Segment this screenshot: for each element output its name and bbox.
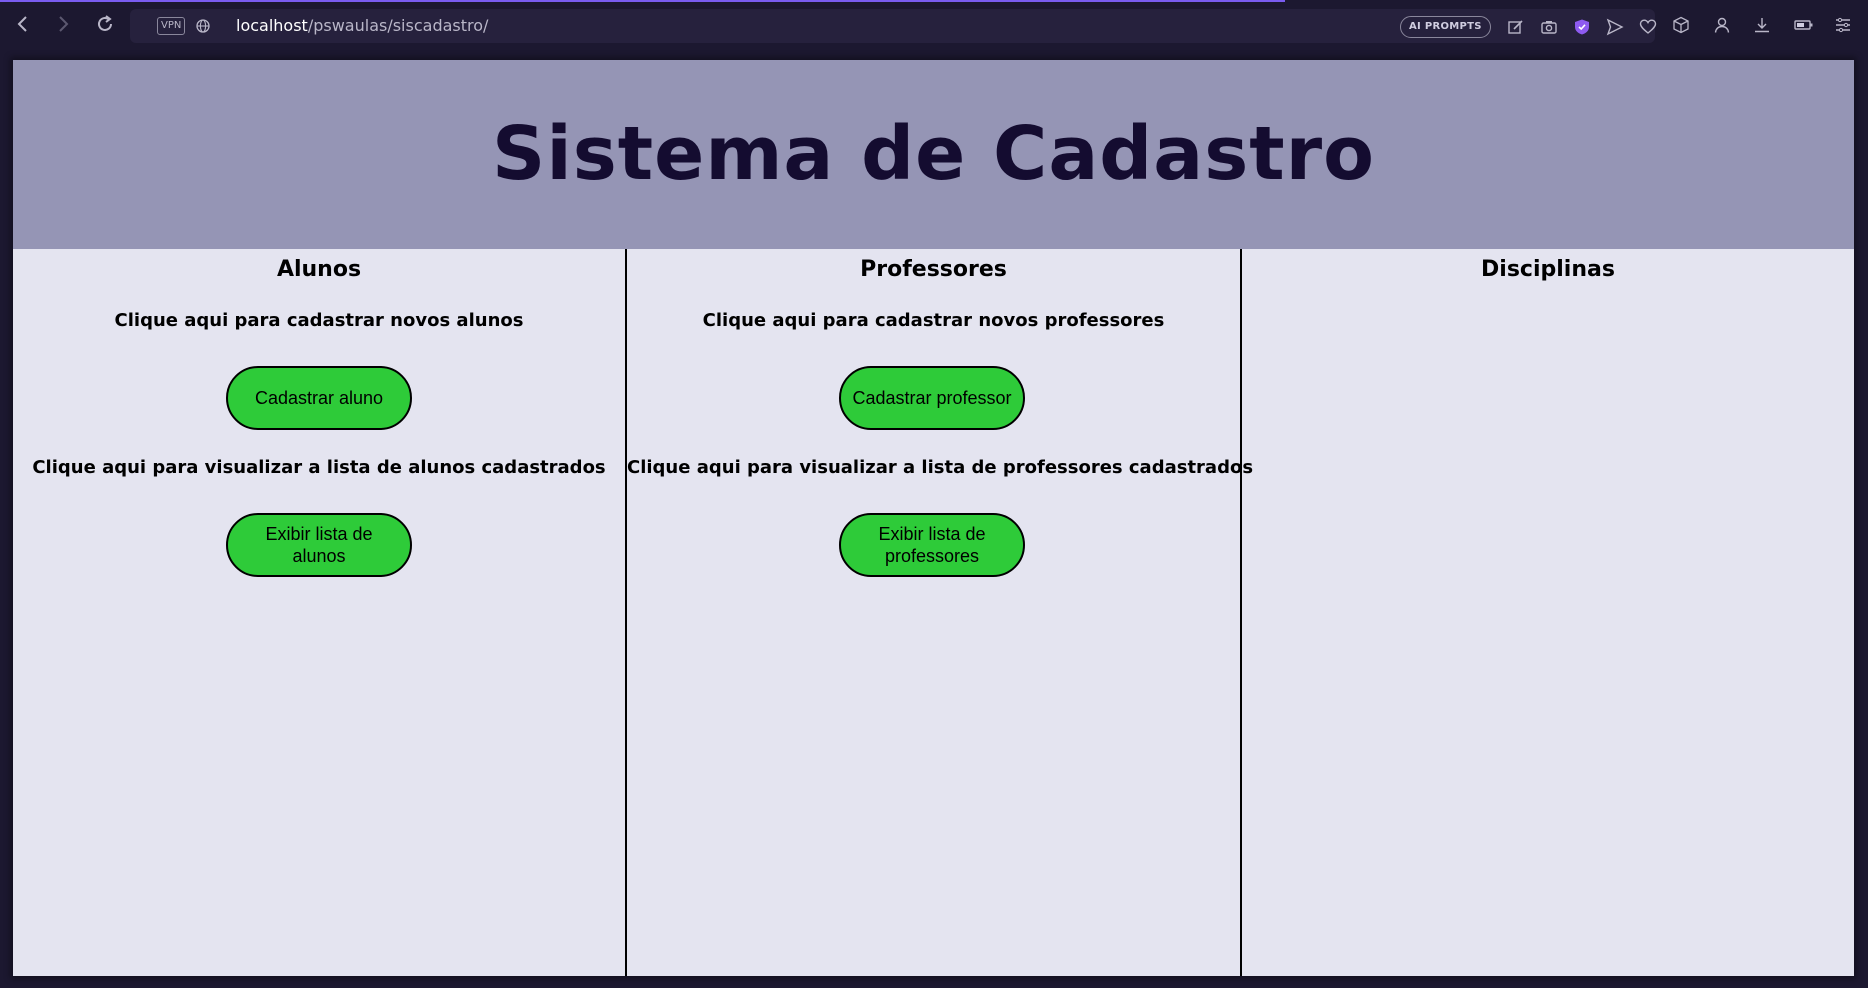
profile-icon[interactable]	[1713, 16, 1731, 34]
battery-icon[interactable]	[1794, 16, 1813, 34]
cube-icon[interactable]	[1672, 16, 1690, 34]
register-instruction: Clique aqui para cadastrar novos alunos	[114, 310, 524, 331]
send-icon[interactable]	[1606, 18, 1624, 36]
url-text[interactable]: localhost/pswaulas/siscadastro/	[236, 16, 488, 36]
register-instruction: Clique aqui para cadastrar novos profess…	[702, 310, 1165, 331]
ai-prompts-button[interactable]: AI PROMPTS	[1400, 16, 1491, 38]
exibir-lista-alunos-button[interactable]: Exibir lista de alunos	[226, 513, 412, 577]
cadastrar-aluno-button[interactable]: Cadastrar aluno	[226, 366, 412, 430]
list-instruction: Clique aqui para visualizar a lista de a…	[32, 457, 606, 478]
camera-icon[interactable]	[1540, 18, 1558, 36]
back-icon[interactable]	[12, 13, 34, 35]
shield-icon[interactable]	[1573, 18, 1591, 36]
cadastrar-professor-button[interactable]: Cadastrar professor	[839, 366, 1025, 430]
heart-icon[interactable]	[1639, 18, 1657, 36]
column-professores: Professores Clique aqui para cadastrar n…	[625, 249, 1254, 976]
page-header: Sistema de Cadastro	[13, 60, 1854, 249]
edit-icon[interactable]	[1507, 18, 1525, 36]
column-title: Professores	[860, 257, 1007, 282]
globe-icon	[196, 18, 210, 33]
exibir-lista-professores-button[interactable]: Exibir lista de professores	[839, 513, 1025, 577]
column-alunos: Alunos Clique aqui para cadastrar novos …	[13, 249, 625, 976]
address-bar[interactable]: VPN localhost/pswaulas/siscadastro/ AI P…	[130, 9, 1657, 43]
column-title: Disciplinas	[1481, 257, 1615, 282]
download-icon[interactable]	[1753, 16, 1771, 34]
url-host: localhost	[236, 16, 308, 35]
browser-toolbar: VPN localhost/pswaulas/siscadastro/ AI P…	[0, 0, 1868, 51]
reload-icon[interactable]	[94, 13, 116, 35]
page-title: Sistema de Cadastro	[492, 111, 1375, 197]
column-title: Alunos	[276, 257, 362, 282]
url-path: /pswaulas/siscadastro/	[307, 16, 489, 35]
vpn-badge[interactable]: VPN	[157, 17, 186, 35]
menu-icon[interactable]	[1834, 16, 1852, 34]
tab-accent-line	[0, 0, 1285, 2]
page-viewport: Sistema de Cadastro Alunos Clique aqui p…	[13, 60, 1854, 976]
column-disciplinas: Disciplinas	[1240, 249, 1854, 976]
list-instruction: Clique aqui para visualizar a lista de p…	[627, 457, 1254, 478]
forward-icon[interactable]	[52, 13, 74, 35]
